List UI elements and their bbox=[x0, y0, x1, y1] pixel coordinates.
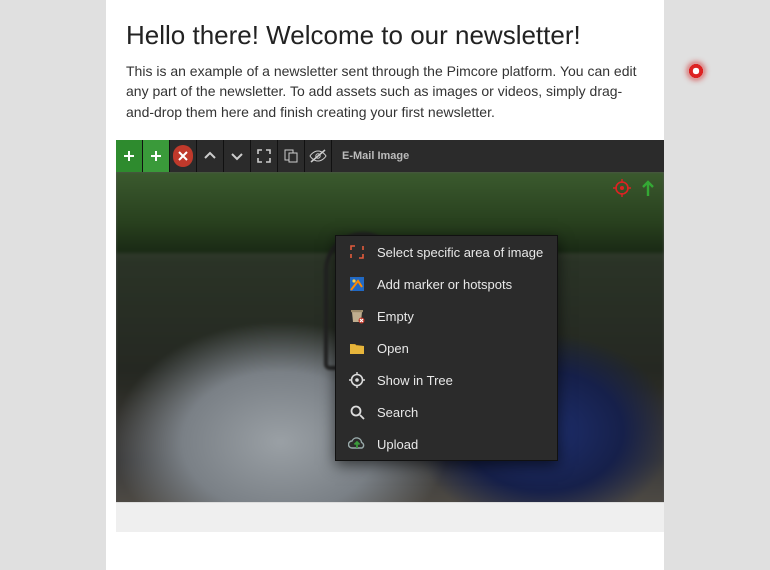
menu-item-label: Add marker or hotspots bbox=[377, 277, 512, 292]
menu-select-area[interactable]: Select specific area of image bbox=[336, 236, 557, 268]
expand-icon bbox=[257, 149, 271, 163]
chevron-down-icon bbox=[231, 151, 243, 161]
search-icon bbox=[348, 403, 366, 421]
add-block-before-button[interactable] bbox=[116, 140, 143, 172]
copy-icon bbox=[284, 149, 298, 163]
delete-block-button-wrap bbox=[170, 140, 197, 172]
copy-button[interactable] bbox=[278, 140, 305, 172]
folder-icon bbox=[348, 339, 366, 357]
marker-icon bbox=[348, 275, 366, 293]
menu-upload[interactable]: Upload bbox=[336, 428, 557, 460]
hotspot-indicator-button[interactable] bbox=[612, 178, 632, 198]
focus-indicator-icon bbox=[687, 62, 705, 80]
crop-icon bbox=[348, 243, 366, 261]
menu-item-label: Empty bbox=[377, 309, 414, 324]
upload-icon bbox=[348, 435, 366, 453]
menu-open[interactable]: Open bbox=[336, 332, 557, 364]
menu-item-label: Open bbox=[377, 341, 409, 356]
menu-item-label: Search bbox=[377, 405, 418, 420]
trash-icon bbox=[348, 307, 366, 325]
move-up-button[interactable] bbox=[197, 140, 224, 172]
plus-icon bbox=[123, 150, 135, 162]
upload-arrow-button[interactable] bbox=[638, 178, 658, 198]
editor-toolbar: E-Mail Image bbox=[116, 140, 664, 172]
menu-item-label: Upload bbox=[377, 437, 418, 452]
image-context-menu: Select specific area of image Add marker… bbox=[335, 235, 558, 461]
locate-icon bbox=[348, 371, 366, 389]
add-block-after-button[interactable] bbox=[143, 140, 170, 172]
menu-item-label: Show in Tree bbox=[377, 373, 453, 388]
delete-block-button[interactable] bbox=[173, 145, 193, 167]
menu-search[interactable]: Search bbox=[336, 396, 557, 428]
eye-off-icon bbox=[309, 149, 327, 163]
newsletter-editor-page: Hello there! Welcome to our newsletter! … bbox=[106, 0, 664, 570]
target-icon bbox=[613, 179, 631, 197]
menu-item-label: Select specific area of image bbox=[377, 245, 543, 260]
menu-show-in-tree[interactable]: Show in Tree bbox=[336, 364, 557, 396]
image-corner-controls bbox=[612, 178, 658, 198]
x-icon bbox=[178, 151, 188, 161]
page-title: Hello there! Welcome to our newsletter! bbox=[126, 20, 644, 51]
plus-icon bbox=[150, 150, 162, 162]
intro-text: This is an example of a newsletter sent … bbox=[126, 61, 644, 122]
menu-empty[interactable]: Empty bbox=[336, 300, 557, 332]
block-type-label: E-Mail Image bbox=[342, 150, 409, 162]
move-down-button[interactable] bbox=[224, 140, 251, 172]
chevron-up-icon bbox=[204, 151, 216, 161]
image-bottom-bar bbox=[116, 502, 664, 532]
fullscreen-button[interactable] bbox=[251, 140, 278, 172]
arrow-up-icon bbox=[640, 179, 656, 197]
visibility-button[interactable] bbox=[305, 140, 332, 172]
menu-add-marker[interactable]: Add marker or hotspots bbox=[336, 268, 557, 300]
